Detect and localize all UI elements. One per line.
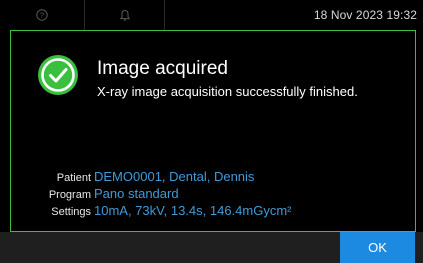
detail-value: DEMO0001, Dental, Dennis (94, 169, 255, 184)
bell-icon (119, 9, 130, 21)
bottom-bar: OK (0, 232, 423, 263)
detail-row-program: Program Pano standard (11, 186, 179, 204)
dialog-title: Image acquired (97, 58, 228, 79)
svg-text:?: ? (40, 11, 44, 20)
detail-row-patient: Patient DEMO0001, Dental, Dennis (11, 169, 255, 187)
check-circle-icon (38, 55, 78, 95)
top-bar: ? 18 Nov 2023 19:32 (0, 0, 423, 30)
detail-label: Patient (56, 172, 91, 184)
help-circle-icon: ? (36, 9, 48, 21)
detail-label: Settings (51, 206, 91, 218)
status-area: 18 Nov 2023 19:32 (165, 0, 423, 30)
dialog-message: X-ray image acquisition successfully fin… (97, 84, 358, 99)
ok-button[interactable]: OK (340, 232, 415, 263)
detail-value: Pano standard (94, 186, 179, 201)
detail-label: Program (48, 189, 91, 201)
acquisition-dialog: Image acquired X-ray image acquisition s… (10, 30, 416, 232)
date-time: 18 Nov 2023 19:32 (313, 8, 417, 22)
help-button[interactable]: ? (0, 0, 85, 30)
notifications-button[interactable] (85, 0, 165, 30)
detail-row-settings: Settings 10mA, 73kV, 13.4s, 146.4mGycm² (11, 203, 292, 221)
detail-value: 10mA, 73kV, 13.4s, 146.4mGycm² (94, 203, 292, 218)
